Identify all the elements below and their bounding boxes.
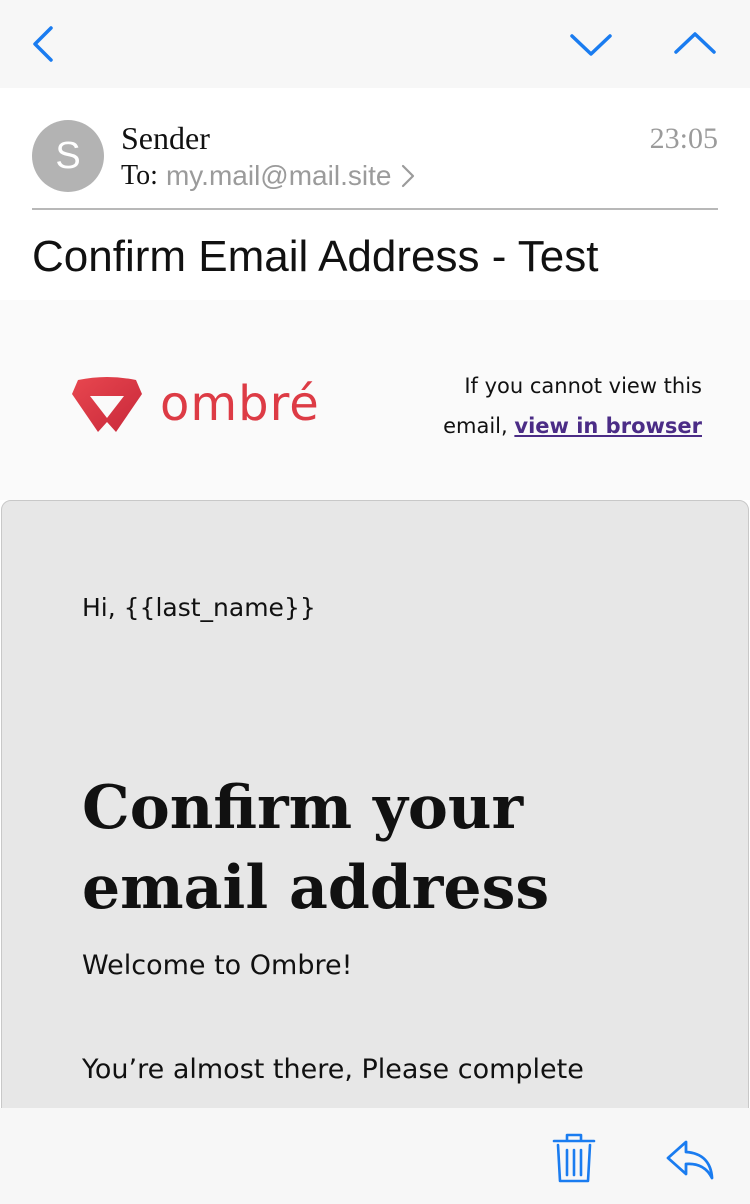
bottom-toolbar <box>0 1108 750 1204</box>
previous-message-button[interactable] <box>670 24 720 64</box>
next-message-button[interactable] <box>566 24 616 64</box>
greeting-text: Hi, {{last_name}} <box>82 593 316 622</box>
welcome-text: Welcome to Ombre! <box>82 950 353 981</box>
recipient-row[interactable]: To: my.mail@mail.site <box>121 158 415 194</box>
message-time: 23:05 <box>649 122 718 155</box>
instruction-text: You’re almost there, Please complete <box>82 1054 584 1085</box>
confirm-headline: Confirm your email address <box>82 773 550 923</box>
reply-icon[interactable] <box>664 1136 716 1182</box>
message-subject: Confirm Email Address - Test <box>32 232 599 281</box>
chevron-down-icon <box>570 34 612 56</box>
chevron-left-icon <box>33 26 53 62</box>
ombre-logo-icon <box>72 377 142 432</box>
view-in-browser-note: If you cannot view this email, view in b… <box>402 366 702 446</box>
chevron-right-icon[interactable] <box>401 164 415 188</box>
back-button[interactable] <box>22 22 66 66</box>
trash-icon[interactable] <box>550 1132 598 1184</box>
avatar: S <box>32 120 104 192</box>
to-label: To: <box>121 160 158 191</box>
chevron-up-icon <box>674 32 716 54</box>
navigation-bar <box>0 0 750 88</box>
sender-name[interactable]: Sender <box>121 120 210 157</box>
recipient-address[interactable]: my.mail@mail.site <box>166 160 391 192</box>
view-in-browser-link[interactable]: view in browser <box>514 414 702 438</box>
header-divider <box>32 208 718 210</box>
brand-logo-text: ombré <box>160 376 320 432</box>
